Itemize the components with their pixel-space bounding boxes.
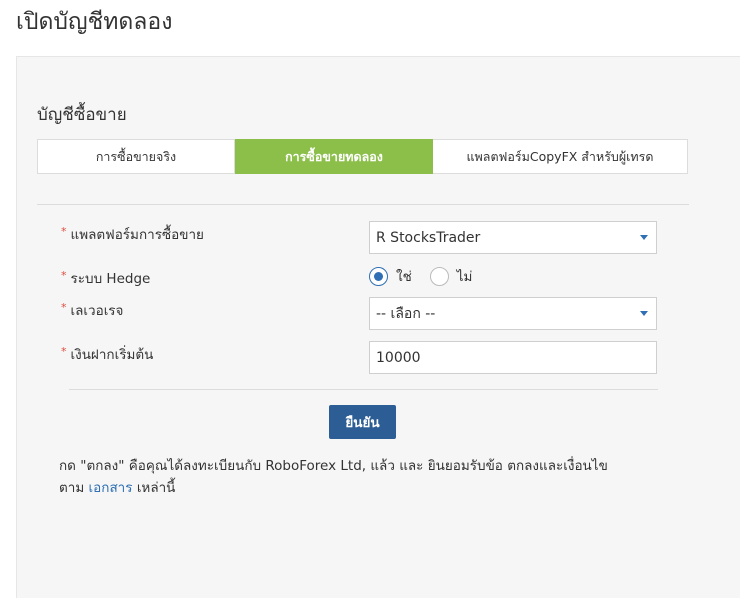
account-panel: บัญชีซื้อขาย การซื้อขายจริง การซื้อขายทด… xyxy=(16,56,740,598)
required-mark: * xyxy=(61,225,67,238)
leverage-select[interactable]: -- เลือก -- xyxy=(369,297,657,330)
tab-copyfx-trader[interactable]: แพลตฟอร์มCopyFX สำหรับผู้เทรด xyxy=(433,139,688,174)
divider xyxy=(37,204,689,205)
hedge-radio-group: ใช่ ไม่ xyxy=(369,265,490,287)
chevron-down-icon xyxy=(640,235,648,240)
terms-line-2: ตาม เอกสาร เหล่านี้ xyxy=(59,480,176,496)
terms-text: กด "ตกลง" คือคุณได้ลงทะเบียนกับ RoboFore… xyxy=(59,455,659,499)
confirm-button[interactable]: ยืนยัน xyxy=(329,405,396,439)
hedge-yes-label[interactable]: ใช่ xyxy=(396,265,412,287)
tab-real-trading[interactable]: การซื้อขายจริง xyxy=(37,139,235,174)
hedge-no-radio[interactable] xyxy=(429,266,449,286)
platform-label: * แพลตฟอร์มการซื้อขาย xyxy=(61,225,204,243)
hedge-yes-radio[interactable] xyxy=(369,266,388,286)
platform-select[interactable]: R StocksTrader xyxy=(369,221,657,254)
hedge-no-label[interactable]: ไม่ xyxy=(457,265,473,287)
hedge-label: * ระบบ Hedge xyxy=(61,269,151,287)
section-title: บัญชีซื้อขาย xyxy=(37,105,127,125)
documents-link[interactable]: เอกสาร xyxy=(89,480,133,496)
initial-deposit-input[interactable]: 10000 xyxy=(369,341,657,374)
account-type-tabs: การซื้อขายจริง การซื้อขายทดลอง แพลตฟอร์ม… xyxy=(37,139,688,174)
page-title: เปิดบัญชีทดลอง xyxy=(16,9,173,35)
chevron-down-icon xyxy=(640,311,648,316)
terms-line-1: กด "ตกลง" คือคุณได้ลงทะเบียนกับ RoboFore… xyxy=(59,458,608,474)
platform-select-value: R StocksTrader xyxy=(376,229,481,246)
required-mark: * xyxy=(61,269,67,282)
deposit-label: * เงินฝากเริ่มต้น xyxy=(61,345,154,363)
required-mark: * xyxy=(61,345,67,358)
required-mark: * xyxy=(61,301,67,314)
divider xyxy=(69,389,658,390)
leverage-label: * เลเวอเรจ xyxy=(61,301,124,319)
tab-demo-trading[interactable]: การซื้อขายทดลอง xyxy=(235,139,433,174)
leverage-select-value: -- เลือก -- xyxy=(376,305,436,322)
